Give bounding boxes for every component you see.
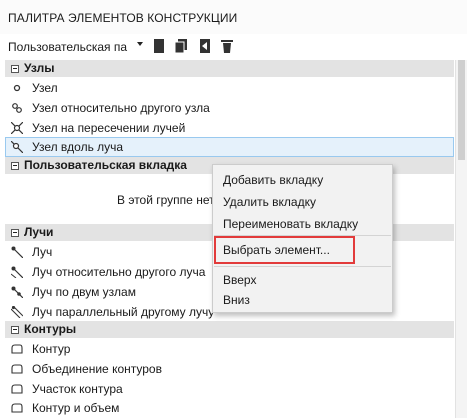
item-label: Участок контура <box>32 382 123 396</box>
contour-icon <box>11 344 23 354</box>
palette-item-selected[interactable]: Узел вдоль луча <box>5 137 454 157</box>
item-label: Луч параллельный другому лучу <box>32 305 215 319</box>
item-label: Узел вдоль луча <box>32 140 124 154</box>
intersection-node-icon <box>11 122 23 134</box>
collapse-icon[interactable] <box>11 162 19 170</box>
relative-node-icon <box>12 103 22 113</box>
menu-item-delete-tab[interactable]: Удалить вкладку <box>223 195 316 209</box>
new-palette-icon[interactable] <box>152 38 166 54</box>
two-node-ray-icon <box>11 286 23 298</box>
import-palette-icon[interactable] <box>198 38 212 54</box>
menu-item-add-tab[interactable]: Добавить вкладку <box>223 173 323 187</box>
item-label: Луч <box>32 245 53 259</box>
palette-item[interactable]: Узел на пересечении лучей <box>5 118 454 138</box>
palette-item[interactable]: Участок контура <box>5 379 454 399</box>
contour-volume-icon <box>11 403 23 413</box>
menu-item-move-down[interactable]: Вниз <box>223 293 250 307</box>
group-label-custom: Пользовательская вкладка <box>24 158 187 172</box>
item-label: Узел относительно другого узла <box>32 101 210 115</box>
vertical-scrollbar[interactable] <box>455 60 467 418</box>
item-label: Узел на пересечении лучей <box>32 121 186 135</box>
palette-item[interactable]: Контур и объем <box>5 398 454 418</box>
palette-title-bar: ПАЛИТРА ЭЛЕМЕНТОВ КОНСТРУКЦИИ <box>0 0 467 34</box>
relative-ray-icon <box>11 266 23 278</box>
menu-separator <box>214 266 391 267</box>
item-label: Контур <box>32 342 71 356</box>
group-label-nodes: Узлы <box>24 61 55 75</box>
collapse-icon[interactable] <box>11 65 19 73</box>
item-label: Луч по двум узлам <box>32 285 136 299</box>
empty-group-hint: В этой группе нет <box>117 193 215 207</box>
palette-select[interactable]: Пользовательская па <box>5 38 136 56</box>
group-header-nodes[interactable]: Узлы <box>5 60 454 77</box>
chevron-down-icon[interactable] <box>137 42 143 46</box>
node-along-ray-icon <box>11 141 23 153</box>
item-label: Узел <box>32 81 58 95</box>
menu-item-select-element[interactable]: Выбрать элемент... <box>223 243 330 257</box>
context-menu: Добавить вкладку Удалить вкладку Переиме… <box>212 164 393 313</box>
item-label: Луч относительно другого луча <box>32 265 206 279</box>
palette-title: ПАЛИТРА ЭЛЕМЕНТОВ КОНСТРУКЦИИ <box>8 11 238 25</box>
contour-union-icon <box>11 364 23 374</box>
item-label: Контур и объем <box>32 401 120 415</box>
palette-toolbar: Пользовательская па <box>0 34 467 60</box>
menu-item-rename-tab[interactable]: Переименовать вкладку <box>223 217 358 231</box>
group-label-rays: Лучи <box>24 225 54 239</box>
group-label-contours: Контуры <box>24 322 77 336</box>
palette-item[interactable]: Узел относительно другого узла <box>5 98 454 118</box>
parallel-ray-icon <box>11 306 23 318</box>
scrollbar-thumb[interactable] <box>458 60 465 160</box>
ray-icon <box>11 246 23 258</box>
contour-segment-icon <box>11 384 23 394</box>
palette-item[interactable]: Узел <box>5 78 454 98</box>
item-label: Объединение контуров <box>32 362 162 376</box>
collapse-icon[interactable] <box>11 229 19 237</box>
copy-palette-icon[interactable] <box>174 38 188 54</box>
palette-item[interactable]: Контур <box>5 339 454 359</box>
palette-item[interactable]: Объединение контуров <box>5 359 454 379</box>
group-header-contours[interactable]: Контуры <box>5 321 454 338</box>
collapse-icon[interactable] <box>11 326 19 334</box>
delete-palette-icon[interactable] <box>220 38 234 54</box>
node-icon <box>13 84 21 92</box>
menu-item-move-up[interactable]: Вверх <box>223 273 256 287</box>
